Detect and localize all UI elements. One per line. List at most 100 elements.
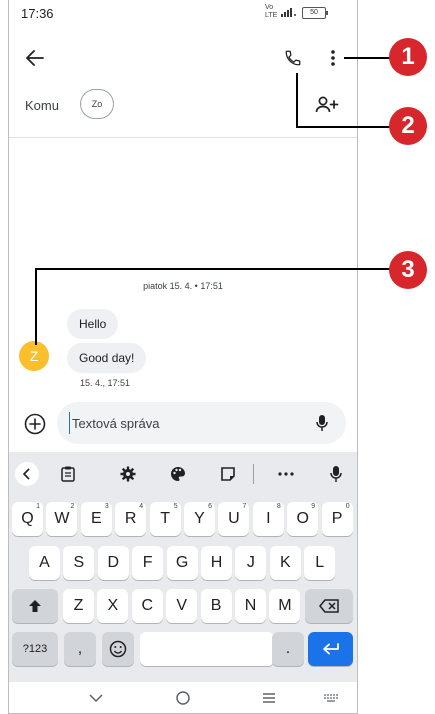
callout-line-3-horizontal (35, 268, 393, 270)
key-y[interactable]: Y6 (184, 502, 215, 536)
key-label: R (124, 510, 137, 527)
key-i[interactable]: I8 (252, 502, 284, 536)
key-label: E (90, 510, 102, 527)
backspace-key[interactable] (305, 589, 353, 623)
key-label: T (160, 510, 170, 527)
message-bubble[interactable]: Good day! (67, 343, 147, 373)
message-timestamp: 15. 4., 17:51 (80, 378, 131, 388)
key-k[interactable]: K (269, 546, 301, 580)
navigation-bar (9, 684, 357, 713)
sticker-icon[interactable] (215, 462, 241, 486)
comma-key[interactable]: , (64, 632, 96, 666)
shift-key[interactable] (12, 589, 58, 623)
key-e[interactable]: E3 (80, 502, 112, 536)
callout-badge-3: 3 (389, 251, 427, 289)
symbols-key[interactable]: ?123 (12, 632, 58, 666)
key-r[interactable]: R4 (115, 502, 147, 536)
key-p[interactable]: P0 (321, 502, 353, 536)
key-label: O (296, 510, 309, 527)
recents-menu-icon[interactable] (256, 688, 282, 708)
key-label: Q (21, 510, 34, 527)
key-v[interactable]: V (166, 589, 198, 623)
voice-input-icon[interactable] (323, 462, 349, 486)
key-number-hint: 1 (36, 503, 40, 510)
key-label: W (54, 510, 70, 527)
message-bubble[interactable]: Hello (67, 309, 119, 339)
key-number-hint: 8 (276, 503, 281, 510)
home-icon[interactable] (170, 688, 196, 708)
key-o[interactable]: O9 (287, 502, 319, 536)
hide-keyboard-icon[interactable] (83, 688, 109, 708)
period-key[interactable]: . (272, 632, 304, 666)
key-n[interactable]: N (235, 589, 266, 623)
callout-line-2-horizontal (296, 126, 393, 128)
header-divider (9, 137, 357, 138)
back-arrow-icon[interactable] (21, 44, 49, 72)
keyboard-switcher-icon[interactable] (319, 690, 345, 706)
key-q[interactable]: Q1 (12, 502, 43, 536)
key-a[interactable]: A (29, 546, 60, 580)
add-person-icon[interactable] (312, 92, 342, 118)
key-number-hint: 9 (311, 503, 316, 510)
more-horiz-icon[interactable] (273, 462, 299, 486)
key-number-hint: 3 (104, 503, 109, 510)
key-number-hint: 5 (173, 503, 178, 510)
key-number-hint: 7 (242, 503, 247, 510)
toolbar-divider (253, 464, 254, 484)
key-b[interactable]: B (200, 589, 232, 623)
key-w[interactable]: W2 (46, 502, 78, 536)
status-bar: 17:36 Vo LTE 50 (9, 0, 357, 26)
key-number-hint: 4 (139, 503, 144, 510)
enter-key[interactable] (308, 632, 353, 666)
key-f[interactable]: F (132, 546, 164, 580)
key-label: U (228, 510, 240, 527)
messages-app-screen: 17:36 Vo LTE 50 Komu Zo piatok 15. 4. • 1… (8, 0, 358, 714)
more-vert-icon[interactable] (321, 44, 345, 72)
key-label: Y (194, 510, 205, 527)
key-z[interactable]: Z (63, 589, 94, 623)
theme-palette-icon[interactable] (165, 462, 191, 486)
callout-line-3-vertical (35, 268, 37, 345)
key-t[interactable]: T5 (149, 502, 181, 536)
status-time: 17:36 (21, 6, 54, 21)
recipient-chip[interactable]: Zo (80, 89, 114, 119)
volte-indicator: Vo LTE (265, 4, 278, 19)
signal-icon (281, 7, 297, 19)
key-j[interactable]: J (235, 546, 267, 580)
callout-badge-1: 1 (389, 38, 427, 76)
settings-gear-icon[interactable] (115, 462, 141, 486)
recipient-label: Komu (25, 98, 59, 113)
space-key[interactable] (140, 632, 274, 666)
key-label: I (266, 510, 271, 527)
key-l[interactable]: L (304, 546, 336, 580)
key-number-hint: 6 (208, 503, 212, 510)
key-u[interactable]: U7 (218, 502, 250, 536)
keyboard: Q1W2E3R4T5Y6U7I8O9P0 ASDFGHJKL ZXCVBNM ?… (9, 452, 357, 682)
contact-avatar[interactable]: Z (19, 341, 49, 371)
callout-line-2-vertical (296, 73, 298, 128)
key-c[interactable]: C (131, 589, 163, 623)
enter-arrow-icon (322, 643, 339, 655)
callout-badge-2: 2 (389, 107, 427, 145)
emoji-icon (109, 640, 127, 658)
key-d[interactable]: D (97, 546, 129, 580)
key-s[interactable]: S (63, 546, 95, 580)
date-separator: piatok 15. 4. • 17:51 (143, 281, 223, 291)
compose-box (57, 402, 346, 444)
key-g[interactable]: G (166, 546, 198, 580)
battery-icon: 50 (302, 7, 328, 19)
phone-icon[interactable] (279, 44, 307, 72)
key-m[interactable]: M (269, 589, 301, 623)
key-number-hint: 0 (345, 503, 350, 510)
add-attachment-icon[interactable] (23, 412, 47, 436)
callout-line-1 (344, 57, 393, 59)
microphone-icon[interactable] (311, 412, 333, 434)
key-h[interactable]: H (201, 546, 232, 580)
key-x[interactable]: X (97, 589, 129, 623)
message-input[interactable] (69, 412, 302, 434)
emoji-key[interactable] (102, 632, 134, 666)
key-number-hint: 2 (70, 503, 75, 510)
collapse-toolbar-icon[interactable] (15, 462, 39, 486)
clipboard-icon[interactable] (55, 462, 81, 486)
key-label: P (331, 510, 343, 527)
